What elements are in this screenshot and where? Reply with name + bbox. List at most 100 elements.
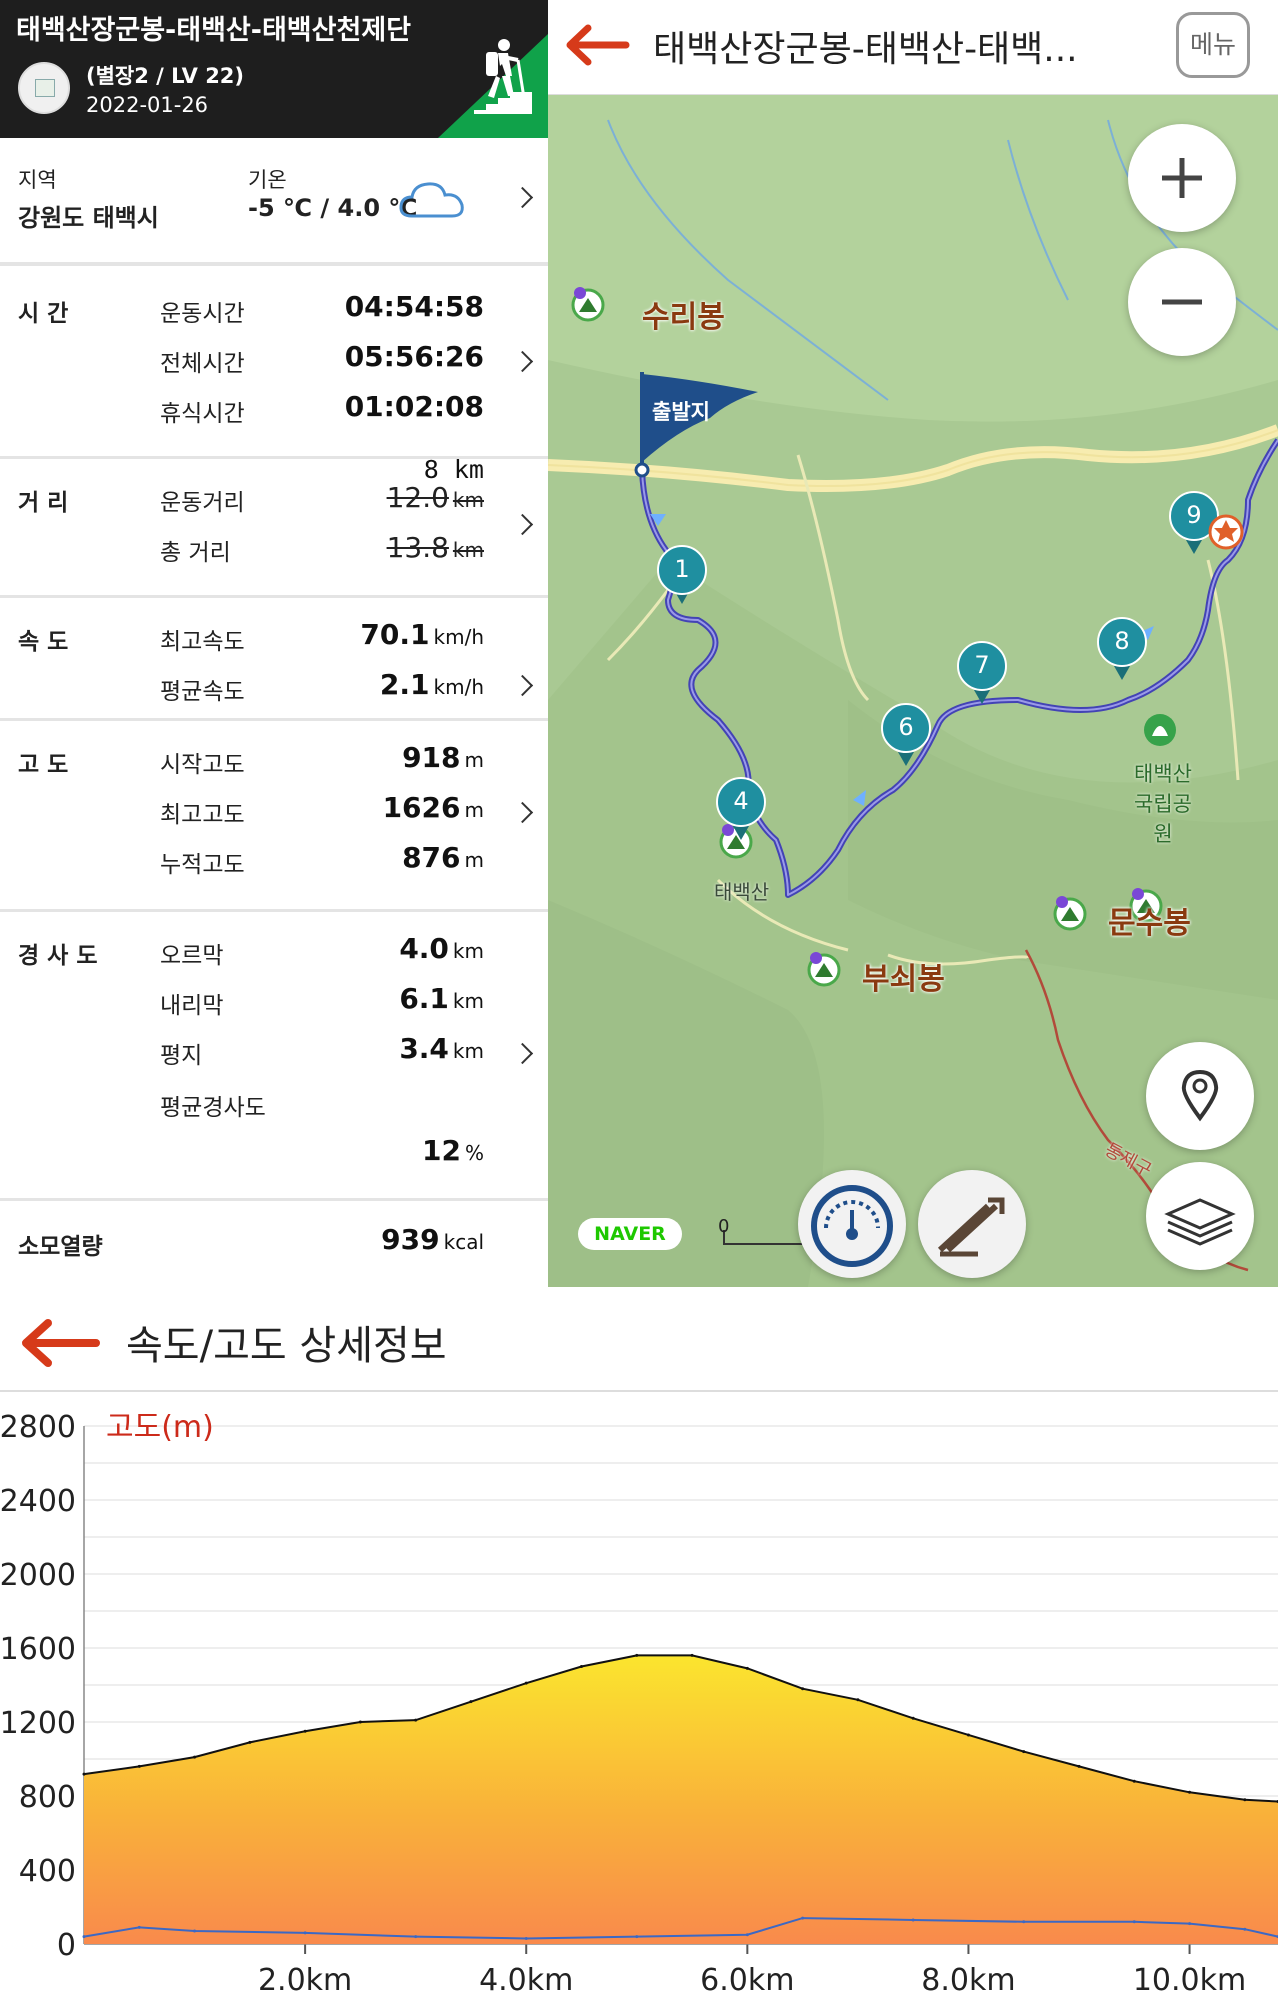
elevation-area (84, 1655, 1278, 1944)
chevron-right-icon (511, 350, 534, 373)
distance-row-label: 운동거리 (160, 490, 245, 516)
distance-row-value: 13.8 (386, 531, 449, 564)
speed-point (137, 1925, 141, 1929)
chevron-right-icon (511, 513, 534, 536)
elevation-chart-svg: 2800 2400 2000 1600 1200 800 400 0 2.0km 4.0km 6.0… (0, 1410, 1278, 1998)
altitude-row-unit: m (464, 848, 484, 872)
elevation-point (1243, 1798, 1247, 1802)
start-label: 출발지 (652, 400, 710, 424)
waypoint-number: 4 (733, 787, 749, 815)
calories-unit: kcal (443, 1230, 484, 1254)
back-arrow-icon[interactable] (566, 24, 630, 66)
layers-icon (1164, 1198, 1236, 1246)
layers-button[interactable] (1146, 1162, 1254, 1270)
x-tick-label: 10.0km (1133, 1963, 1246, 1998)
speed-row-unit: km/h (433, 625, 484, 649)
y-tick-label: 1200 (0, 1706, 76, 1741)
distance-row-label: 총 거리 (160, 540, 231, 566)
region-label: 지역 (18, 168, 57, 192)
slope-section[interactable]: 경 사 도 오르막 4.0 km 내리막 6.1 km 평지 3.4 km 평균경사도… (0, 912, 548, 1198)
slope-row-value: 3.4 (399, 1032, 449, 1065)
time-row-label: 운동시간 (160, 301, 245, 327)
waypoint-number: 6 (898, 713, 914, 741)
elevation-point (193, 1755, 197, 1759)
speed-point (414, 1935, 418, 1939)
speed-point (303, 1931, 307, 1935)
slope-row-unit: km (452, 989, 484, 1013)
back-arrow-icon[interactable] (20, 1317, 100, 1369)
y-tick-label: 800 (19, 1780, 76, 1815)
speed-point (1022, 1920, 1026, 1924)
slope-row-label: 평지 (160, 1043, 203, 1069)
altitude-label: 고 도 (18, 752, 69, 778)
elevation-point (911, 1716, 915, 1720)
plus-icon (1162, 158, 1202, 198)
waypoint-number: 1 (674, 555, 690, 583)
altitude-row-unit: m (464, 748, 484, 772)
distance-row-unit: km (452, 488, 484, 512)
elevation-chart[interactable]: 2800 2400 2000 1600 1200 800 400 0 2.0km 4.0km 6.0… (0, 1392, 1278, 2000)
start-point-icon (634, 462, 650, 478)
cloud-icon (399, 182, 464, 218)
chevron-right-icon (511, 801, 534, 824)
activity-title: 태백산장군봉-태백산-태백산천제단 (16, 15, 412, 46)
zoom-in-button[interactable] (1128, 124, 1236, 232)
zoom-out-button[interactable] (1128, 248, 1236, 356)
route-map[interactable]: 수리봉 부쇠봉 문수봉 태백산 국립공원 태백산 통제구 출발지 1 4 6 7… (548, 0, 1278, 1287)
time-row-value: 01:02:08 (344, 390, 484, 423)
map-toolbar: 태백산장군봉-태백산-태백... 메뉴 (548, 0, 1278, 95)
speed-row-value: 2.1 (379, 668, 430, 701)
altitude-row-value: 918 (402, 741, 461, 774)
elevation-point (635, 1653, 639, 1657)
speedometer-icon (811, 1185, 893, 1267)
avatar[interactable] (18, 62, 70, 114)
speed-row-label: 평균속도 (160, 679, 245, 705)
my-location-button[interactable] (1146, 1042, 1254, 1150)
calories-label: 소모열량 (18, 1234, 103, 1260)
waypoint-number: 8 (1114, 627, 1130, 655)
speed-point (82, 1935, 86, 1939)
elevation-point (1132, 1779, 1136, 1783)
time-label: 시 간 (18, 301, 69, 327)
x-tick-label: 6.0km (700, 1963, 794, 1998)
star-marker-icon[interactable] (1208, 514, 1244, 550)
temp-value: -5 ℃ / 4.0 ℃ (248, 194, 418, 222)
distance-section[interactable]: 거 리 8 km 운동거리 12.0 km 총 거리 13.8 km (0, 455, 548, 595)
time-section[interactable]: 시 간 운동시간 04:54:58 전체시간 05:56:26 휴식시간 01:… (0, 266, 548, 456)
minus-icon (1162, 299, 1202, 305)
speed-row-value: 70.1 (360, 618, 430, 651)
altitude-section[interactable]: 고 도 시작고도 918 m 최고고도 1626 m 누적고도 876 m (0, 721, 548, 909)
y-tick-label: 400 (19, 1854, 76, 1889)
region-weather-row[interactable]: 지역 강원도 태백시 기온 -5 ℃ / 4.0 ℃ (0, 138, 548, 264)
slope-profile-button[interactable] (918, 1170, 1026, 1278)
map-title: 태백산장군봉-태백산-태백... (653, 29, 1078, 70)
park-label: 태백산 국립공원 (1128, 758, 1198, 848)
slope-row-value: 6.1 (399, 982, 449, 1015)
elevation-point (580, 1665, 583, 1668)
speed-row-label: 최고속도 (160, 629, 245, 655)
elevation-point (966, 1733, 970, 1737)
altitude-row-value: 1626 (382, 791, 461, 824)
speed-label: 속 도 (18, 629, 69, 655)
park-label-line: 국립공원 (1134, 792, 1192, 846)
speed-point (745, 1933, 749, 1937)
area-label: 태백산 (714, 880, 770, 904)
elevation-point (248, 1740, 252, 1744)
elevation-point (469, 1700, 473, 1704)
waypoint-number: 7 (974, 651, 990, 679)
speed-section[interactable]: 속 도 최고속도 70.1 km/h 평균속도 2.1 km/h (0, 598, 548, 718)
menu-button[interactable]: 메뉴 (1176, 12, 1250, 78)
waypoint-number: 9 (1186, 501, 1202, 529)
elevation-legend-label: 고도(m) (106, 1410, 214, 1445)
altitude-row-unit: m (464, 798, 484, 822)
park-label-line: 태백산 (1134, 762, 1192, 786)
hiker-icon (474, 39, 532, 114)
slope-row-label: 평균경사도 (160, 1095, 266, 1121)
speed-point (524, 1936, 528, 1940)
elevation-point (82, 1772, 86, 1776)
speedometer-button[interactable] (798, 1170, 906, 1278)
speed-row-unit: km/h (433, 675, 484, 699)
user-level: (별장2 / LV 22) (86, 64, 245, 88)
elevation-point (745, 1666, 749, 1670)
y-tick-label: 1600 (0, 1632, 76, 1667)
